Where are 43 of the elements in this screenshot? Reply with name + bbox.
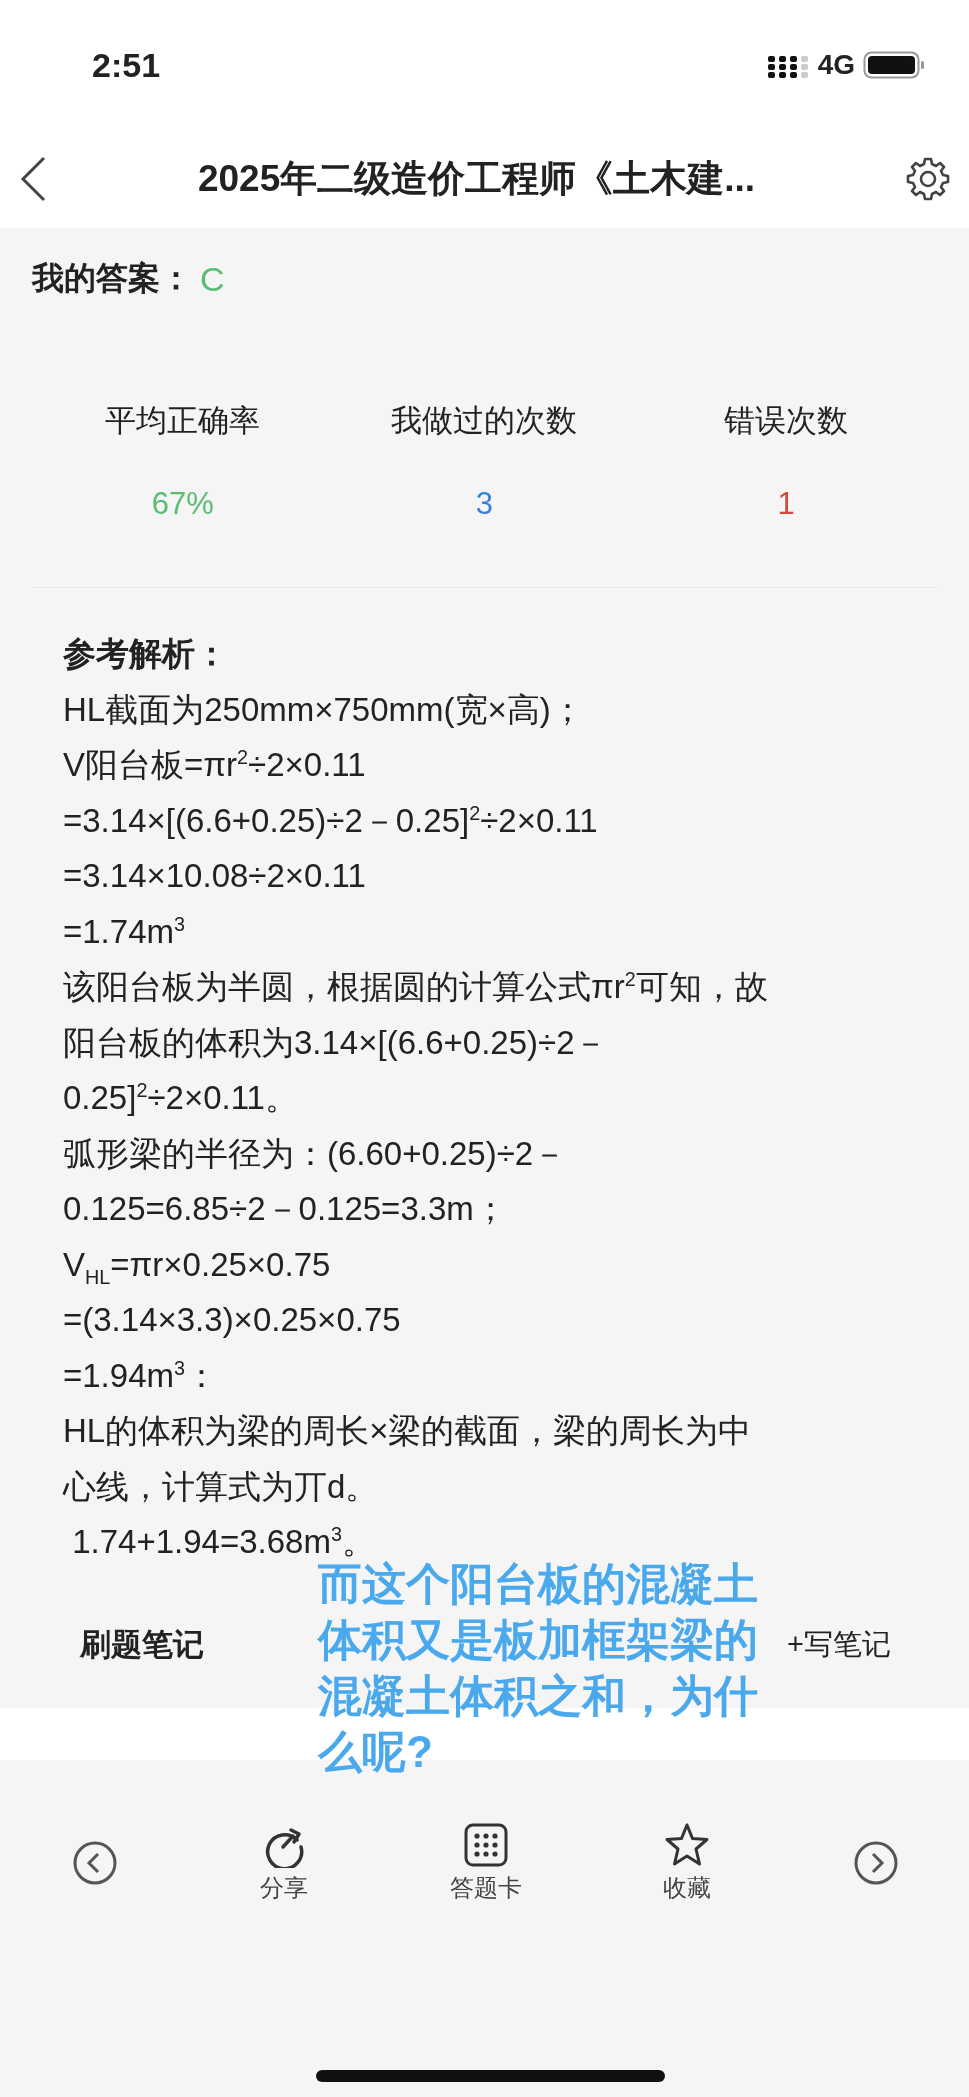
toolbar-button[interactable]: 答题卡 — [449, 1821, 522, 1904]
chevron-left-circle-icon — [72, 1839, 118, 1886]
explanation-line: 0.125=6.85÷2－0.125=3.3m； — [63, 1189, 508, 1229]
explanation-line: V$_{HL}$=πr×0.25×0.75 — [63, 1244, 332, 1290]
explanation-line: =3.14×[(6.6+0.25)÷2－0.25]$^{2}$÷2×0.11 — [63, 800, 599, 841]
explanation-line: 弧形梁的半径为：(6.60+0.25)÷2－ — [63, 1133, 568, 1174]
settings-icon[interactable] — [905, 156, 951, 202]
stat-label: 错误次数 — [724, 402, 849, 440]
stat-label: 我做过的次数 — [391, 402, 578, 440]
annotation-text: 而这个阳台板的混凝土体积又是板加框架梁的混凝土体积之和，为什么呢? — [318, 1558, 759, 1778]
notes-title: 刷题笔记 — [80, 1625, 204, 1664]
status-time: 2:51 — [92, 45, 161, 85]
explanation-line: 该阳台板为半圆，根据圆的计算公式πr$^{2}$可知，故 — [63, 967, 769, 1007]
toolbar-button[interactable]: 收藏 — [663, 1821, 712, 1904]
explanation-title: 参考解析： — [63, 634, 229, 674]
write-note-link[interactable]: +写笔记 — [787, 1624, 891, 1665]
grid-icon — [462, 1821, 509, 1868]
next-button[interactable] — [853, 1839, 899, 1886]
answer-value: C — [200, 259, 225, 299]
page-title: 2025年二级造价工程师《土木建... — [196, 157, 757, 201]
network-label: 4G — [817, 49, 855, 81]
explanation-line: 心线，计算式为丌d。 — [63, 1466, 380, 1507]
explanation-line: HL的体积为梁的周长×梁的截面，梁的周长为中 — [63, 1411, 753, 1451]
explanation-line: =1.94m$^{3}$： — [63, 1355, 219, 1396]
explanation-line: HL截面为250mm×750mm(宽×高)； — [63, 689, 585, 730]
explanation-line: 0.25]$^{2}$÷2×0.11。 — [63, 1078, 299, 1118]
explanation-line: =3.14×10.08÷2×0.11 — [63, 856, 367, 896]
back-icon[interactable] — [18, 155, 48, 203]
chevron-right-circle-icon — [853, 1839, 899, 1886]
stat-value: 1 — [777, 486, 795, 522]
stat-value: 3 — [475, 486, 494, 522]
toolbar-button[interactable]: 分享 — [259, 1821, 308, 1904]
explanation-line: =1.74m$^{3}$ — [63, 911, 186, 952]
explanation-line: 阳台板的体积为3.14×[(6.6+0.25)÷2－ — [63, 1022, 609, 1063]
star-icon — [664, 1821, 711, 1868]
prev-button[interactable] — [72, 1839, 118, 1886]
stat-label: 平均正确率 — [105, 402, 261, 440]
explanation-line: 1.74+1.94=3.68m$^{3}$。 — [71, 1522, 376, 1561]
stat-value: 67% — [151, 486, 214, 522]
explanation-line: =(3.14×3.3)×0.25×0.75 — [63, 1300, 402, 1340]
explanation-line: V阳台板=πr$^{2}$÷2×0.11 — [63, 745, 367, 785]
battery-icon — [863, 50, 925, 80]
answer-label: 我的答案： — [32, 259, 192, 298]
